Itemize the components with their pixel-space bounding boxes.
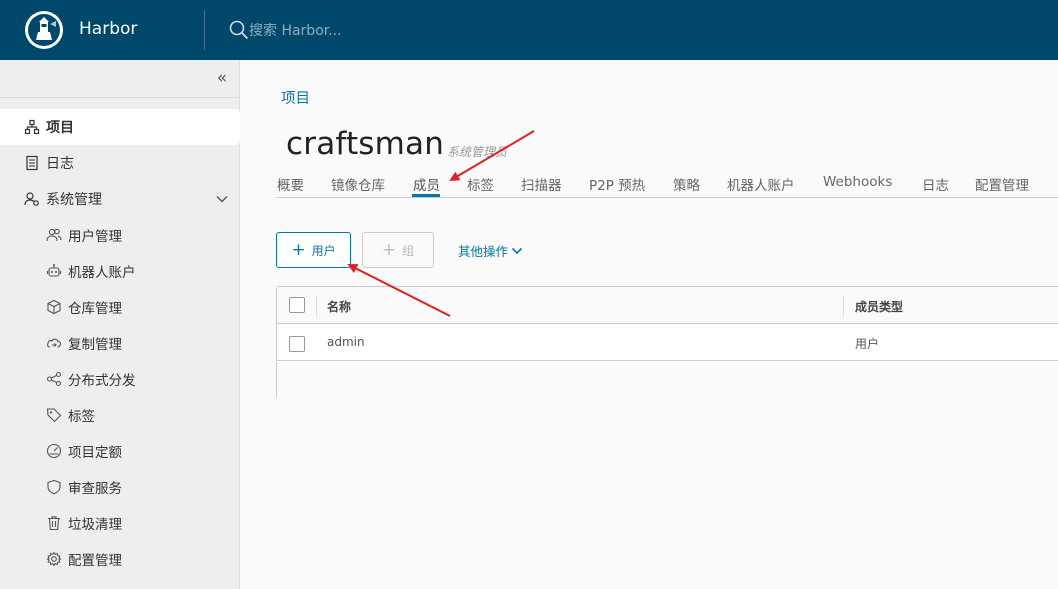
sidebar-divider bbox=[0, 97, 240, 98]
tab-repositories[interactable]: 镜像仓库 bbox=[331, 174, 385, 194]
sidebar-item-label: 分布式分发 bbox=[68, 373, 136, 389]
brand-name: Harbor bbox=[79, 19, 138, 39]
active-tab-indicator bbox=[412, 194, 440, 197]
add-group-label: 组 bbox=[402, 243, 415, 258]
sidebar-item-label: 配置管理 bbox=[68, 553, 122, 569]
tab-summary[interactable]: 概要 bbox=[277, 174, 304, 194]
sidebar-item-label: 审查服务 bbox=[68, 481, 122, 497]
more-actions-label: 其他操作 bbox=[458, 244, 509, 259]
log-icon bbox=[26, 155, 38, 171]
column-divider bbox=[316, 295, 317, 317]
row-checkbox[interactable] bbox=[289, 336, 305, 352]
tab-policy[interactable]: 策略 bbox=[673, 174, 700, 194]
tab-members[interactable]: 成员 bbox=[413, 174, 440, 194]
sidebar-item-robot-accounts[interactable]: 机器人账户 bbox=[0, 253, 240, 289]
sidebar-item-label: 用户管理 bbox=[68, 229, 122, 245]
sidebar-item-label: 垃圾清理 bbox=[68, 517, 122, 533]
global-search-input[interactable] bbox=[249, 18, 549, 44]
member-type: 用户 bbox=[855, 337, 880, 351]
quota-icon bbox=[46, 443, 62, 459]
sidebar-item-label: 系统管理 bbox=[46, 192, 102, 208]
sidebar-item-logs[interactable]: 日志 bbox=[0, 145, 240, 181]
plus-icon: + bbox=[381, 239, 397, 260]
page-title: craftsman bbox=[286, 126, 445, 162]
sidebar-item-label: 仓库管理 bbox=[68, 301, 122, 317]
add-group-button[interactable]: + 组 bbox=[362, 232, 434, 268]
gear-icon bbox=[46, 551, 62, 567]
sidebar-item-replications[interactable]: 复制管理 bbox=[0, 325, 240, 361]
sidebar-item-users[interactable]: 用户管理 bbox=[0, 217, 240, 253]
tab-labels[interactable]: 标签 bbox=[467, 174, 494, 194]
trash-icon bbox=[48, 516, 60, 531]
shield-icon bbox=[47, 479, 61, 495]
robot-icon bbox=[46, 264, 62, 277]
admin-icon bbox=[24, 192, 39, 206]
role-label: 系统管理员 bbox=[447, 145, 508, 159]
tag-icon bbox=[46, 408, 62, 423]
sidebar-item-registries[interactable]: 仓库管理 bbox=[0, 289, 240, 325]
project-tabs: 概要 镜像仓库 成员 标签 扫描器 P2P 预热 策略 机器人账户 Webhoo… bbox=[276, 172, 1058, 198]
tab-robot-accounts[interactable]: 机器人账户 bbox=[727, 174, 795, 194]
top-header: Harbor bbox=[0, 0, 1058, 60]
sidebar-item-label: 日志 bbox=[46, 156, 74, 172]
sidebar-item-label: 机器人账户 bbox=[68, 265, 136, 281]
tab-p2p-preheat[interactable]: P2P 预热 bbox=[589, 174, 645, 194]
search-icon[interactable] bbox=[229, 20, 249, 40]
column-divider bbox=[843, 295, 844, 317]
sidebar-item-projects[interactable]: 项目 bbox=[0, 109, 240, 145]
sidebar-item-distributions[interactable]: 分布式分发 bbox=[0, 361, 240, 397]
registry-icon bbox=[47, 299, 61, 315]
chevron-down-icon[interactable] bbox=[216, 193, 228, 205]
collapse-sidebar-icon[interactable]: « bbox=[212, 67, 232, 89]
sidebar-item-interrogation-services[interactable]: 审查服务 bbox=[0, 469, 240, 505]
add-user-button[interactable]: + 用户 bbox=[276, 232, 351, 268]
table-row[interactable]: admin 用户 bbox=[277, 324, 1058, 361]
sidebar-item-label: 项目定额 bbox=[68, 445, 122, 461]
plus-icon: + bbox=[291, 239, 306, 260]
sidebar-item-label: 复制管理 bbox=[68, 337, 122, 353]
replication-icon bbox=[46, 338, 62, 348]
table-footer bbox=[277, 362, 1058, 399]
tab-webhooks[interactable]: Webhooks bbox=[823, 174, 892, 190]
sidebar-item-label: 标签 bbox=[68, 409, 95, 425]
add-user-label: 用户 bbox=[311, 243, 336, 258]
header-divider bbox=[204, 10, 205, 50]
select-all-checkbox[interactable] bbox=[289, 297, 305, 313]
users-icon bbox=[46, 228, 62, 242]
share-icon bbox=[46, 371, 62, 387]
tab-scanner[interactable]: 扫描器 bbox=[521, 174, 562, 194]
member-name: admin bbox=[327, 335, 365, 349]
members-table: 名称 成员类型 admin 用户 bbox=[276, 286, 1058, 399]
sidebar-item-garbage-collection[interactable]: 垃圾清理 bbox=[0, 505, 240, 541]
sidebar-item-label: 项目 bbox=[46, 120, 74, 136]
column-header-name[interactable]: 名称 bbox=[327, 298, 351, 315]
sidebar-item-labels[interactable]: 标签 bbox=[0, 397, 240, 433]
sidebar-item-project-quotas[interactable]: 项目定额 bbox=[0, 433, 240, 469]
sidebar-item-admin[interactable]: 系统管理 bbox=[0, 181, 240, 217]
sidebar: « 项目 日志 系统管理 用户管理 机器人账户 仓库管理 复制管理 分布式分发 … bbox=[0, 60, 240, 589]
more-actions-dropdown[interactable]: 其他操作 bbox=[458, 241, 523, 260]
tab-logs[interactable]: 日志 bbox=[922, 174, 949, 194]
project-icon bbox=[24, 119, 40, 135]
breadcrumb-projects[interactable]: 项目 bbox=[281, 87, 310, 108]
table-header: 名称 成员类型 bbox=[277, 287, 1058, 324]
column-header-member-type[interactable]: 成员类型 bbox=[855, 298, 903, 315]
tab-configuration[interactable]: 配置管理 bbox=[975, 174, 1029, 194]
sidebar-item-configuration[interactable]: 配置管理 bbox=[0, 541, 240, 577]
harbor-logo-icon[interactable] bbox=[24, 10, 64, 50]
chevron-down-icon bbox=[511, 247, 523, 254]
